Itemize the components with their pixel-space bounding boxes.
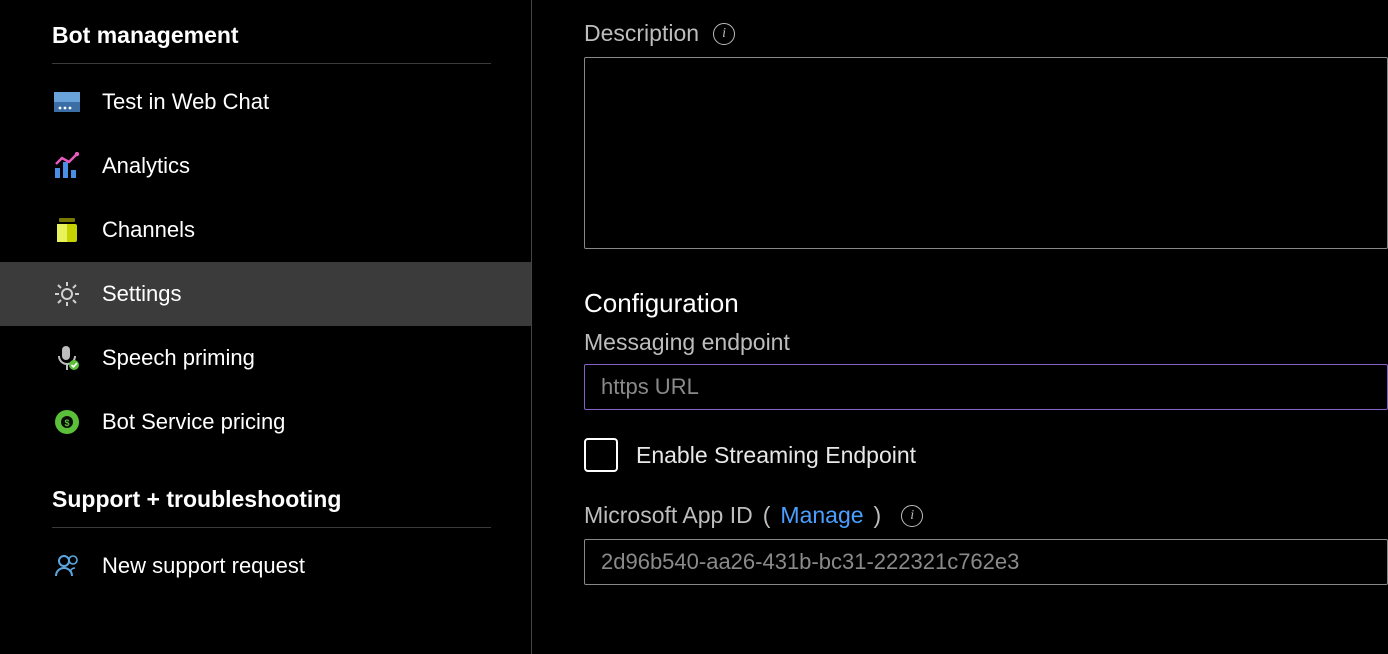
info-icon[interactable]: i [901, 505, 923, 527]
sidebar-item-bot-service-pricing[interactable]: $ Bot Service pricing [0, 390, 531, 454]
description-label: Description [584, 20, 699, 47]
paren-close: ) [874, 502, 882, 529]
sidebar-item-label: Channels [102, 217, 195, 243]
support-icon [52, 551, 82, 581]
web-chat-icon [52, 87, 82, 117]
sidebar: Bot management Test in Web Chat [0, 0, 532, 654]
info-icon[interactable]: i [713, 23, 735, 45]
sidebar-item-new-support-request[interactable]: New support request [0, 534, 531, 598]
pricing-icon: $ [52, 407, 82, 437]
configuration-heading: Configuration [584, 288, 1388, 319]
channels-icon [52, 215, 82, 245]
sidebar-item-test-in-web-chat[interactable]: Test in Web Chat [0, 70, 531, 134]
enable-streaming-label: Enable Streaming Endpoint [636, 442, 916, 469]
sidebar-section-support: Support + troubleshooting [52, 474, 491, 528]
messaging-endpoint-input[interactable] [584, 364, 1388, 410]
app-id-label: Microsoft App ID [584, 502, 753, 529]
sidebar-item-speech-priming[interactable]: Speech priming [0, 326, 531, 390]
sidebar-section-bot-management: Bot management [52, 10, 491, 64]
sidebar-section-title: Bot management [52, 22, 491, 49]
sidebar-item-label: Settings [102, 281, 182, 307]
sidebar-section-title: Support + troubleshooting [52, 486, 491, 513]
sidebar-item-label: New support request [102, 553, 305, 579]
description-textarea[interactable] [584, 57, 1388, 249]
gear-icon [52, 279, 82, 309]
enable-streaming-checkbox[interactable] [584, 438, 618, 472]
paren-open: ( [763, 502, 771, 529]
sidebar-item-label: Analytics [102, 153, 190, 179]
sidebar-item-channels[interactable]: Channels [0, 198, 531, 262]
svg-text:$: $ [64, 418, 69, 428]
sidebar-item-label: Bot Service pricing [102, 409, 285, 435]
microphone-icon [52, 343, 82, 373]
app-id-input[interactable] [584, 539, 1388, 585]
analytics-icon [52, 151, 82, 181]
sidebar-item-settings[interactable]: Settings [0, 262, 531, 326]
sidebar-item-label: Speech priming [102, 345, 255, 371]
sidebar-item-analytics[interactable]: Analytics [0, 134, 531, 198]
sidebar-item-label: Test in Web Chat [102, 89, 269, 115]
manage-link[interactable]: Manage [780, 502, 863, 529]
messaging-endpoint-label: Messaging endpoint [584, 329, 1388, 356]
main-content: Description i Configuration Messaging en… [532, 0, 1388, 654]
